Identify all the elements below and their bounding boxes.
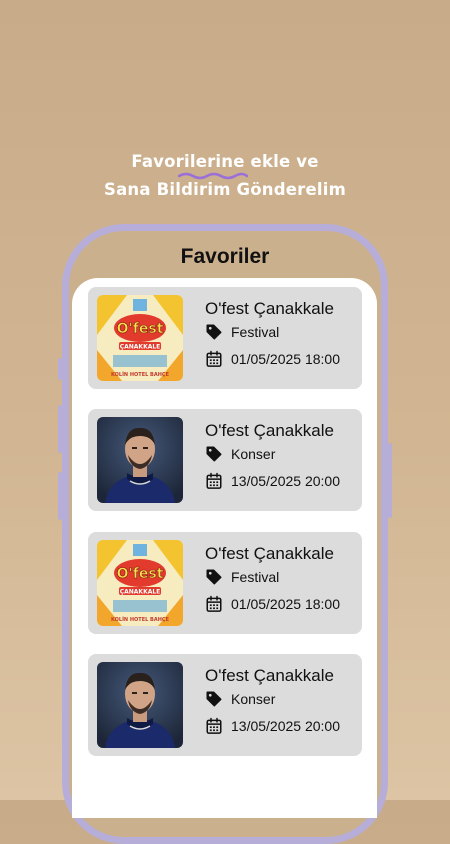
svg-text:ÇANAKKALE: ÇANAKKALE — [120, 344, 161, 351]
tag-icon — [206, 691, 222, 707]
event-title: O'fest Çanakkale — [205, 666, 334, 685]
tag-icon — [206, 569, 222, 585]
page-title: Favoriler — [180, 245, 270, 268]
favorite-card[interactable]: O'fest Çanakkale Konser 13/05/2025 20:00 — [88, 654, 362, 756]
artist-photo-image — [97, 417, 183, 503]
svg-text:O'fest: O'fest — [117, 321, 164, 337]
promo-text: Favorilerine ekle ve Sana Bildirim Gönde… — [0, 148, 450, 204]
event-date-row: 13/05/2025 20:00 — [205, 471, 340, 491]
tag-icon — [206, 446, 222, 462]
event-date: 13/05/2025 20:00 — [231, 473, 340, 489]
wave-underline-icon — [178, 172, 248, 180]
calendar-icon — [206, 717, 222, 734]
calendar-icon — [206, 472, 222, 489]
event-poster-image: O'fest ÇANAKKALE KOLİN HOTEL BAHÇE — [97, 295, 183, 381]
event-date-row: 01/05/2025 18:00 — [205, 349, 340, 369]
promo-line-2: Sana Bildirim Gönderelim — [104, 180, 346, 199]
svg-text:KOLİN HOTEL BAHÇE: KOLİN HOTEL BAHÇE — [111, 371, 170, 378]
tag-icon — [206, 324, 222, 340]
event-date: 01/05/2025 18:00 — [231, 351, 340, 367]
event-category: Festival — [231, 324, 280, 340]
event-thumbnail — [97, 417, 183, 503]
favorite-card[interactable]: O'fest ÇANAKKALE KOLİN HOTEL BAHÇE O'fes… — [88, 532, 362, 634]
event-date: 01/05/2025 18:00 — [231, 596, 340, 612]
event-poster-image: O'fest ÇANAKKALE KOLİN HOTEL BAHÇE — [97, 540, 183, 626]
event-category-row: Festival — [205, 322, 279, 342]
event-date-row: 13/05/2025 20:00 — [205, 716, 340, 736]
calendar-icon — [206, 350, 222, 367]
event-category-row: Konser — [205, 444, 275, 464]
event-title: O'fest Çanakkale — [205, 421, 334, 440]
event-title: O'fest Çanakkale — [205, 299, 334, 318]
event-thumbnail: O'fest ÇANAKKALE KOLİN HOTEL BAHÇE — [97, 295, 183, 381]
event-category-row: Konser — [205, 689, 275, 709]
event-thumbnail — [97, 662, 183, 748]
favorite-card[interactable]: O'fest ÇANAKKALE KOLİN HOTEL BAHÇE O'fes… — [88, 287, 362, 389]
event-category: Konser — [231, 691, 276, 707]
svg-text:O'fest: O'fest — [117, 566, 164, 582]
event-category-row: Festival — [205, 567, 279, 587]
svg-text:ÇANAKKALE: ÇANAKKALE — [120, 589, 161, 596]
event-title: O'fest Çanakkale — [205, 544, 334, 563]
event-category: Konser — [231, 446, 276, 462]
favorite-card[interactable]: O'fest Çanakkale Konser 13/05/2025 20:00 — [88, 409, 362, 511]
calendar-icon — [206, 595, 222, 612]
event-category: Festival — [231, 569, 280, 585]
event-date-row: 01/05/2025 18:00 — [205, 594, 340, 614]
event-thumbnail: O'fest ÇANAKKALE KOLİN HOTEL BAHÇE — [97, 540, 183, 626]
event-date: 13/05/2025 20:00 — [231, 718, 340, 734]
artist-photo-image — [97, 662, 183, 748]
svg-text:KOLİN HOTEL BAHÇE: KOLİN HOTEL BAHÇE — [111, 616, 170, 623]
phone-side-button — [388, 443, 392, 518]
